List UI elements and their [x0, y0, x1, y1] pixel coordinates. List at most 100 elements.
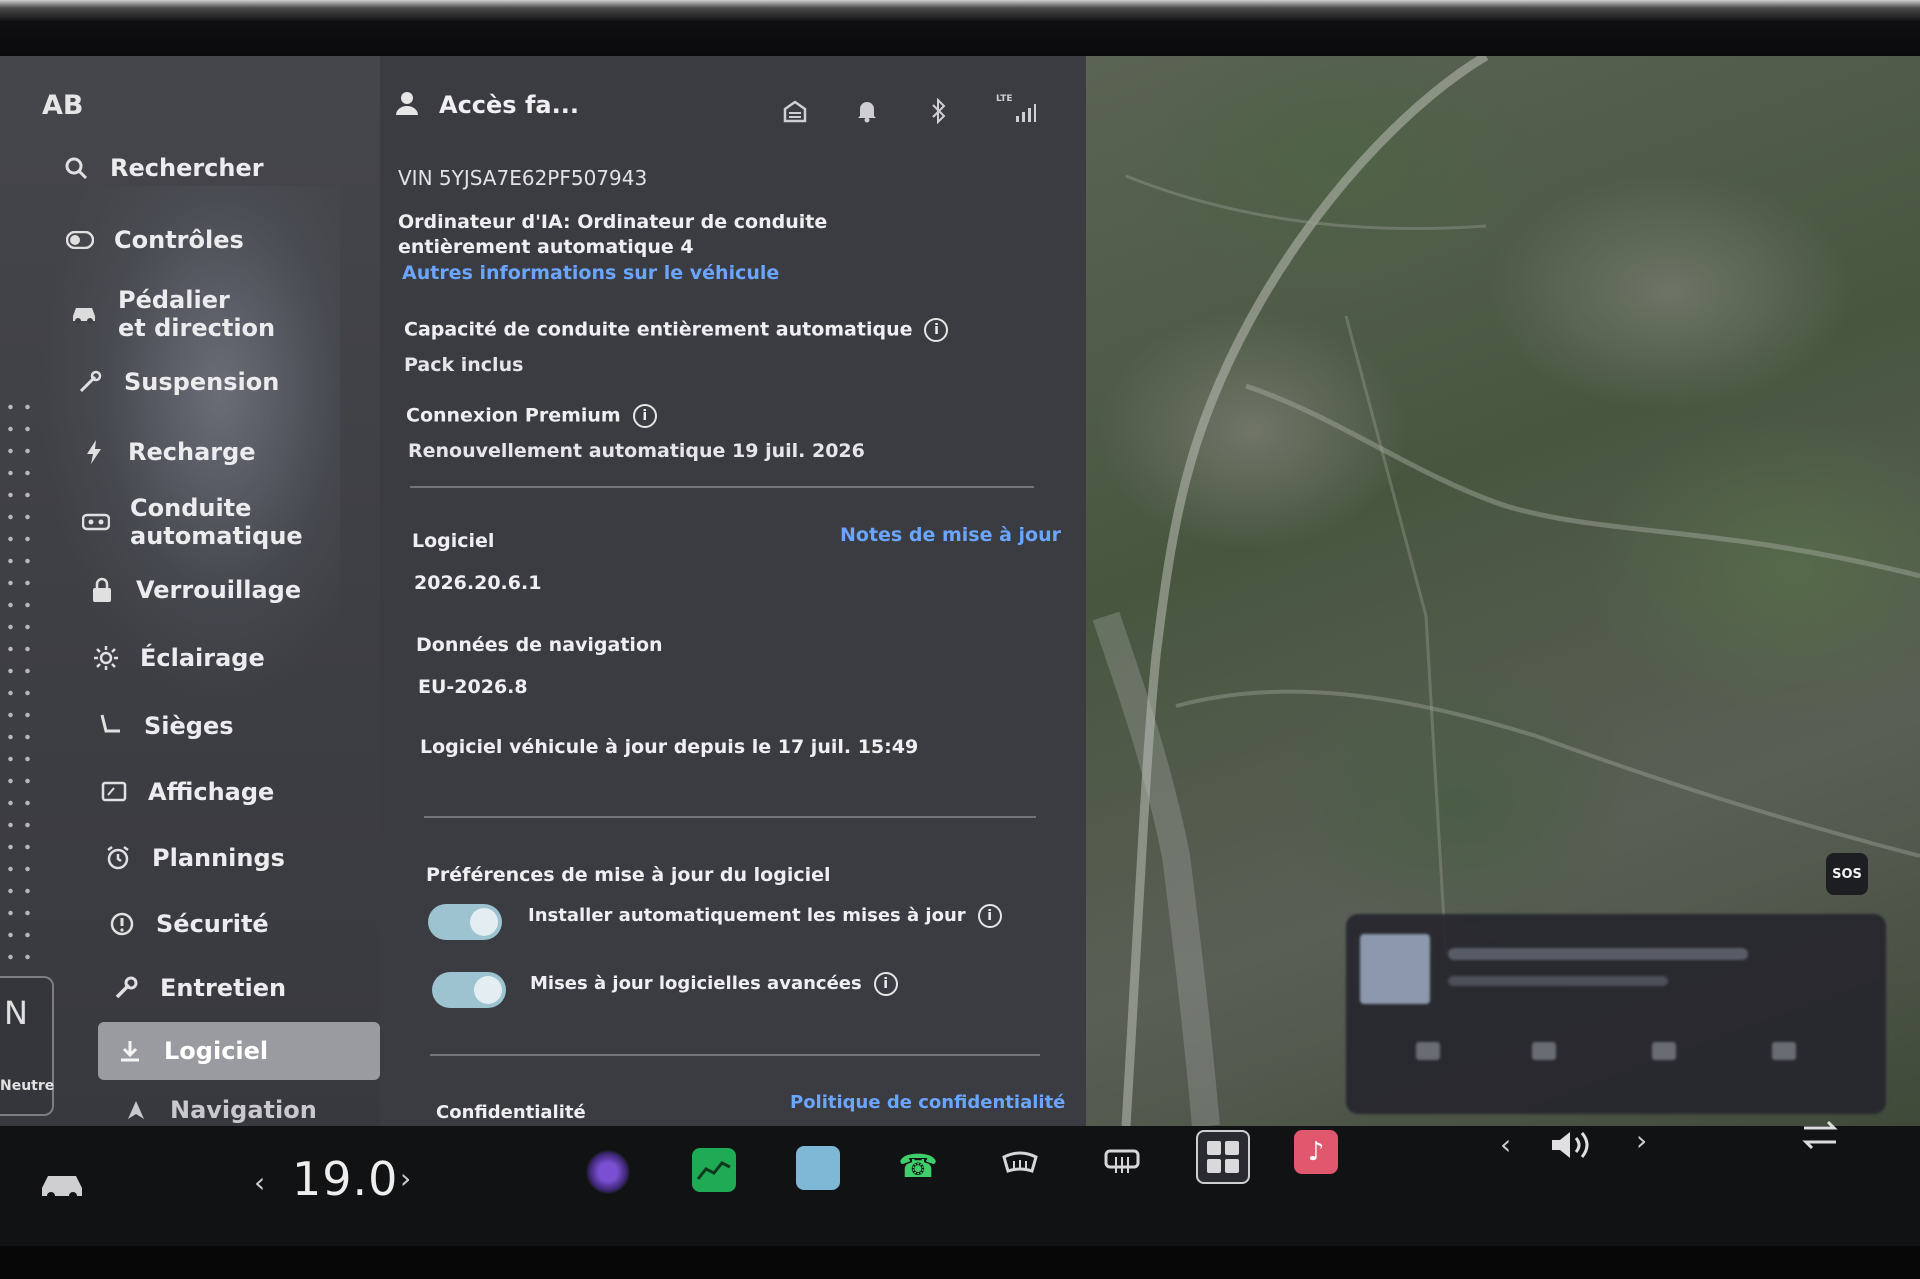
car-icon[interactable]	[38, 1170, 86, 1204]
sidebar-item-label: Éclairage	[140, 644, 265, 672]
info-icon[interactable]: i	[924, 318, 949, 342]
auto-install-updates-text: Installer automatiquement les mises à jo…	[528, 905, 966, 926]
auto-install-updates-toggle[interactable]	[428, 904, 502, 940]
car-icon	[70, 300, 98, 328]
info-icon[interactable]: i	[977, 904, 1002, 928]
vin-number: VIN 5YJSA7E62PF507943	[398, 166, 648, 190]
nav-data-version: EU-2026.8	[418, 676, 528, 698]
divider	[430, 1054, 1040, 1056]
sidebar-item-software[interactable]: Logiciel	[98, 1022, 380, 1080]
seat-icon	[96, 712, 124, 740]
profile-initials[interactable]: AB	[42, 90, 83, 121]
alarm-clock-icon	[104, 844, 132, 872]
sidebar-item-locks[interactable]: Verrouillage	[88, 576, 301, 604]
sun-icon	[92, 644, 120, 672]
media-player-card[interactable]	[1346, 914, 1886, 1114]
toybox-icon[interactable]	[796, 1146, 840, 1190]
previous-track-icon[interactable]	[1532, 1042, 1556, 1060]
energy-chart-icon[interactable]	[692, 1148, 736, 1192]
cabin-temperature[interactable]: 19.0	[292, 1152, 398, 1206]
screen-bezel-bottom	[0, 1246, 1920, 1279]
sidebar-item-label: Entretien	[160, 974, 287, 1002]
sidebar-item-label: Contrôles	[114, 226, 244, 254]
wrench-icon	[112, 974, 140, 1002]
fsd-title-text: Capacité de conduite entièrement automat…	[404, 318, 913, 341]
swap-arrows-icon[interactable]	[1800, 1118, 1840, 1156]
sidebar-item-lighting[interactable]: Éclairage	[92, 644, 265, 672]
software-up-to-date-status: Logiciel véhicule à jour depuis le 17 ju…	[420, 736, 919, 758]
lte-label: LTE	[996, 94, 1013, 104]
temp-increase-chevron[interactable]: ›	[400, 1162, 411, 1195]
sidebar-item-service[interactable]: Entretien	[112, 974, 286, 1002]
phone-icon[interactable]: ☎	[896, 1144, 940, 1188]
vehicle-display: AB Rechercher Contrôles Pédalier et dire…	[0, 56, 1920, 1246]
sidebar-item-seats[interactable]: Sièges	[96, 712, 234, 740]
volume-decrease-chevron[interactable]: ‹	[1500, 1128, 1511, 1161]
software-panel: Accès fa... LTE VIN 5YJSA7E62PF507943 Or…	[380, 56, 1086, 1126]
sidebar-item-label: Suspension	[124, 368, 280, 396]
ai-computer-info: Ordinateur d'IA: Ordinateur de conduite …	[398, 211, 828, 258]
rear-defrost-icon[interactable]	[998, 1142, 1042, 1186]
user-icon	[395, 90, 419, 120]
bluetooth-icon[interactable]	[924, 96, 954, 126]
sidebar-item-schedules[interactable]: Plannings	[104, 844, 285, 872]
sidebar-item-label: Rechercher	[110, 154, 264, 182]
track-artist-placeholder	[1448, 976, 1668, 986]
gear-letter: N	[4, 994, 28, 1032]
gear-label: Neutre	[0, 1078, 55, 1094]
sidebar-item-label: Navigation	[170, 1096, 317, 1124]
privacy-policy-link[interactable]: Politique de confidentialité	[790, 1092, 1065, 1113]
camera-icon[interactable]	[586, 1150, 630, 1194]
search-icon	[62, 154, 90, 182]
sidebar-item-controls[interactable]: Contrôles	[66, 226, 244, 254]
release-notes-link[interactable]: Notes de mise à jour	[840, 524, 1061, 546]
garage-icon[interactable]	[780, 96, 810, 126]
gear-dot-track	[2, 396, 42, 996]
advanced-updates-text: Mises à jour logicielles avancées	[530, 973, 862, 994]
advanced-updates-toggle[interactable]	[432, 972, 506, 1008]
sidebar-item-label: Sièges	[144, 712, 234, 740]
premium-renewal: Renouvellement automatique 19 juil. 2026	[408, 440, 865, 462]
fsd-value: Pack inclus	[404, 354, 524, 376]
user-profile-button[interactable]: Accès fa...	[395, 90, 579, 120]
volume-icon[interactable]	[1550, 1128, 1594, 1166]
play-pause-icon[interactable]	[1652, 1042, 1676, 1060]
more-vehicle-info-link[interactable]: Autres informations sur le véhicule	[402, 262, 779, 284]
sidebar-item-navigation[interactable]: Navigation	[122, 1096, 317, 1124]
sidebar-item-label: Pédalier et direction	[118, 286, 276, 342]
display-icon	[100, 778, 128, 806]
volume-increase-chevron[interactable]: ›	[1636, 1124, 1647, 1157]
lte-signal-icon: LTE	[996, 94, 1036, 126]
software-title: Logiciel	[412, 530, 495, 552]
bottom-dock	[0, 1126, 1920, 1246]
sidebar-item-suspension[interactable]: Suspension	[76, 368, 279, 396]
settings-sidebar: AB Rechercher Contrôles Pédalier et dire…	[0, 56, 380, 1126]
sidebar-item-label: Affichage	[148, 778, 275, 806]
sidebar-item-safety[interactable]: Sécurité	[108, 910, 269, 938]
media-source-icon[interactable]	[1416, 1042, 1440, 1060]
sidebar-item-label: Recharge	[128, 438, 256, 466]
sidebar-item-autopilot[interactable]: Conduite automatique	[82, 494, 303, 550]
temp-decrease-chevron[interactable]: ‹	[254, 1166, 265, 1199]
sos-button[interactable]: SOS	[1826, 853, 1868, 895]
bell-icon[interactable]	[852, 96, 882, 126]
sidebar-item-pedals-steering[interactable]: Pédalier et direction	[70, 286, 275, 342]
info-icon[interactable]: i	[873, 972, 898, 996]
toggle-knob	[474, 976, 502, 1004]
info-icon[interactable]: i	[632, 404, 657, 428]
toggle-icon	[66, 226, 94, 254]
lock-icon	[88, 576, 116, 604]
next-track-icon[interactable]	[1772, 1042, 1796, 1060]
lightning-icon	[80, 438, 108, 466]
sidebar-item-label: Conduite automatique	[130, 494, 303, 550]
auto-install-updates-label: Installer automatiquement les mises à jo…	[528, 904, 1002, 928]
app-launcher-icon[interactable]	[1196, 1130, 1250, 1184]
front-defrost-icon[interactable]	[1100, 1140, 1144, 1184]
sidebar-item-search[interactable]: Rechercher	[62, 154, 264, 182]
sidebar-item-display[interactable]: Affichage	[100, 778, 274, 806]
music-icon[interactable]: ♪	[1294, 1130, 1338, 1174]
premium-title: Connexion Premium i	[406, 404, 657, 428]
sidebar-item-charging[interactable]: Recharge	[80, 438, 256, 466]
status-icons: LTE	[780, 94, 1036, 126]
shield-icon	[108, 910, 136, 938]
